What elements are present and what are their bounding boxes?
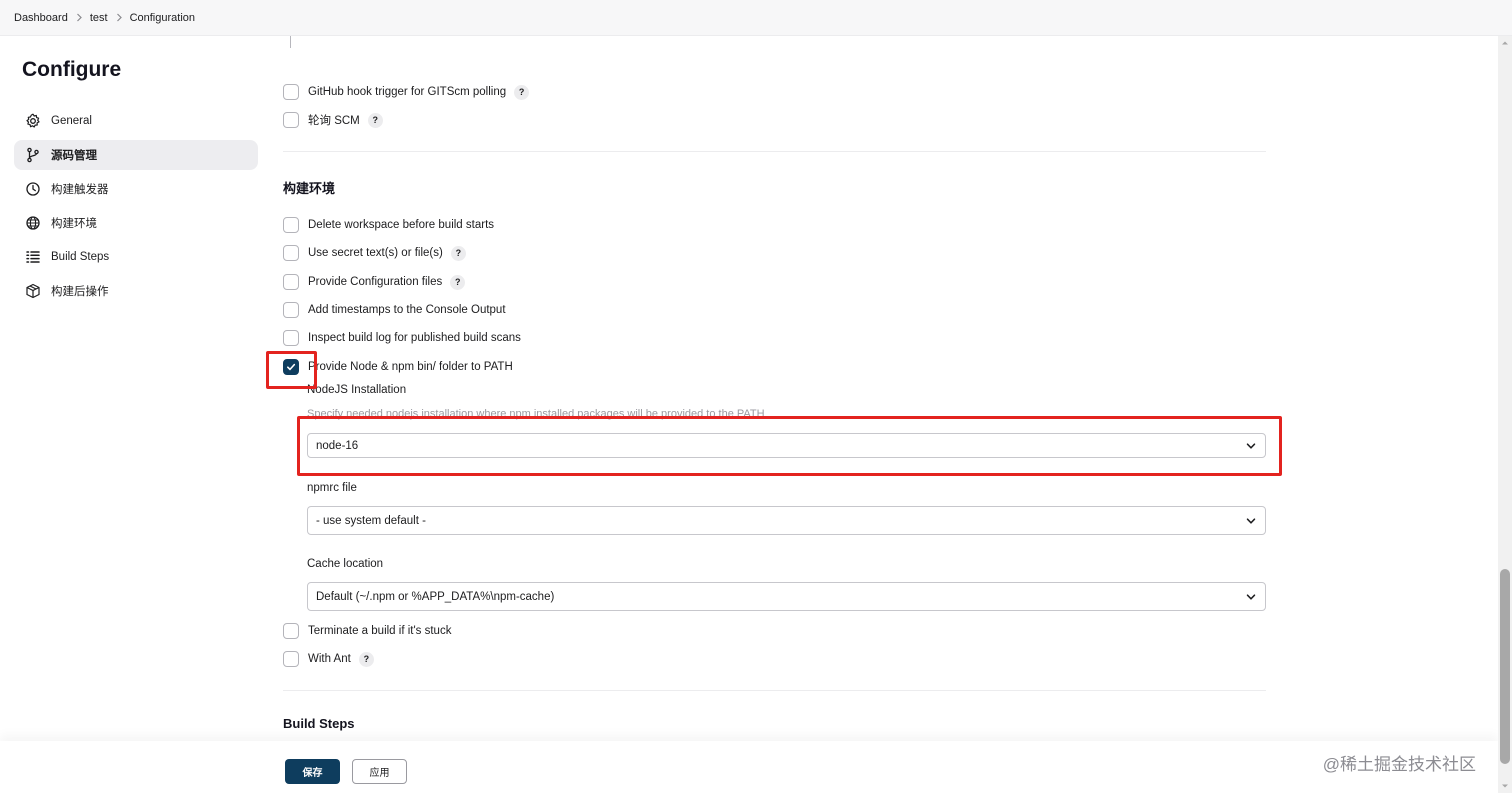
- section-divider: [283, 690, 1266, 691]
- option-terminate-stuck: Terminate a build if it's stuck: [283, 621, 451, 641]
- option-poll-scm: 轮询 SCM ?: [283, 110, 383, 130]
- npmrc-select[interactable]: - use system default -: [307, 506, 1266, 535]
- globe-icon: [24, 214, 42, 232]
- checkbox[interactable]: [283, 623, 299, 639]
- package-icon: [24, 282, 42, 300]
- checkbox[interactable]: [283, 651, 299, 667]
- config-form: GitHub hook trigger for GITScm polling ?…: [283, 36, 1266, 741]
- scrollbar[interactable]: [1498, 36, 1512, 793]
- sidebar-nav: General 源码管理 构建触发器 构建环境 Build Steps 构建后操…: [14, 106, 258, 310]
- sidebar-item-general[interactable]: General: [14, 106, 258, 136]
- nodejs-installation-label: NodeJS Installation: [307, 384, 407, 396]
- option-inspect-build-log: Inspect build log for published build sc…: [283, 328, 521, 348]
- option-label[interactable]: Provide Node & npm bin/ folder to PATH: [308, 361, 513, 373]
- cache-location-select[interactable]: Default (~/.npm or %APP_DATA%\npm-cache): [307, 582, 1266, 611]
- option-delete-workspace: Delete workspace before build starts: [283, 215, 494, 235]
- chevron-down-icon: [1246, 517, 1256, 524]
- select-value: node-16: [316, 439, 359, 452]
- sidebar-item-label: 构建触发器: [51, 184, 109, 196]
- sidebar-item-build-triggers[interactable]: 构建触发器: [14, 174, 258, 204]
- checkbox[interactable]: [283, 217, 299, 233]
- breadcrumb: Dashboard test Configuration: [0, 0, 1512, 36]
- option-config-files: Provide Configuration files ?: [283, 272, 466, 292]
- breadcrumb-test[interactable]: test: [90, 12, 108, 24]
- cache-location-label: Cache location: [307, 558, 384, 570]
- clock-icon: [24, 180, 42, 198]
- sidebar-item-label: 构建环境: [51, 218, 97, 230]
- option-secret-text: Use secret text(s) or file(s) ?: [283, 243, 466, 263]
- chevron-right-icon: [108, 13, 130, 22]
- action-bar: 保存 应用 @稀土掘金技术社区: [0, 741, 1498, 793]
- section-title-build-environment: 构建环境: [283, 181, 336, 196]
- chevron-down-icon: [1246, 442, 1256, 449]
- option-label[interactable]: Inspect build log for published build sc…: [308, 332, 521, 344]
- watermark: @稀土掘金技术社区: [1322, 755, 1476, 774]
- chevron-down-icon: [1246, 593, 1256, 600]
- help-icon[interactable]: ?: [358, 651, 374, 667]
- save-button[interactable]: 保存: [285, 759, 340, 784]
- checkbox[interactable]: [283, 302, 299, 318]
- sidebar-item-label: General: [51, 115, 92, 127]
- sidebar-item-label: 源码管理: [51, 150, 97, 162]
- list-icon: [24, 248, 42, 266]
- breadcrumb-dashboard[interactable]: Dashboard: [14, 12, 68, 24]
- page-title: Configure: [22, 58, 122, 81]
- gear-icon: [24, 112, 42, 130]
- option-label[interactable]: GitHub hook trigger for GITScm polling: [308, 86, 506, 98]
- chevron-right-icon: [68, 13, 90, 22]
- help-icon[interactable]: ?: [450, 274, 466, 290]
- sidebar-item-build-steps[interactable]: Build Steps: [14, 242, 258, 272]
- checkbox-checked[interactable]: [283, 359, 299, 375]
- option-label[interactable]: With Ant: [308, 653, 351, 665]
- sidebar-item-label: Build Steps: [51, 251, 110, 263]
- option-provide-node: Provide Node & npm bin/ folder to PATH: [283, 357, 513, 377]
- branch-icon: [24, 146, 42, 164]
- option-with-ant: With Ant ?: [283, 649, 374, 669]
- option-label[interactable]: Provide Configuration files: [308, 276, 442, 288]
- option-timestamps: Add timestamps to the Console Output: [283, 300, 506, 320]
- checkbox[interactable]: [283, 245, 299, 261]
- checkbox[interactable]: [283, 274, 299, 290]
- checkbox[interactable]: [283, 112, 299, 128]
- help-icon[interactable]: ?: [514, 84, 530, 100]
- help-icon[interactable]: ?: [450, 245, 466, 261]
- breadcrumb-configuration[interactable]: Configuration: [130, 12, 195, 24]
- scroll-up-icon[interactable]: [1501, 39, 1509, 47]
- sidebar-item-label: 构建后操作: [51, 286, 109, 298]
- sidebar: Configure General 源码管理 构建触发器 构建环境 Build …: [0, 36, 272, 793]
- scrollbar-thumb[interactable]: [1500, 569, 1510, 764]
- option-label[interactable]: Use secret text(s) or file(s): [308, 247, 443, 259]
- select-value: Default (~/.npm or %APP_DATA%\npm-cache): [316, 590, 555, 603]
- option-label[interactable]: Delete workspace before build starts: [308, 219, 494, 231]
- checkbox[interactable]: [283, 330, 299, 346]
- section-connector: [290, 36, 291, 48]
- nodejs-installation-description: Specify needed nodejs installation where…: [307, 408, 765, 420]
- section-title-build-steps: Build Steps: [283, 716, 355, 731]
- select-value: - use system default -: [316, 514, 426, 527]
- option-github-hook: GitHub hook trigger for GITScm polling ?: [283, 82, 530, 102]
- option-label[interactable]: 轮询 SCM: [308, 112, 360, 128]
- check-icon: [287, 363, 296, 371]
- option-label[interactable]: Terminate a build if it's stuck: [308, 625, 451, 637]
- help-icon[interactable]: ?: [367, 112, 383, 128]
- nodejs-installation-select[interactable]: node-16: [307, 433, 1266, 458]
- apply-button[interactable]: 应用: [352, 759, 407, 784]
- sidebar-item-source-management[interactable]: 源码管理: [14, 140, 258, 170]
- checkbox[interactable]: [283, 84, 299, 100]
- scroll-down-icon[interactable]: [1501, 782, 1509, 790]
- sidebar-item-build-environment[interactable]: 构建环境: [14, 208, 258, 238]
- sidebar-item-post-build-actions[interactable]: 构建后操作: [14, 276, 258, 306]
- option-label[interactable]: Add timestamps to the Console Output: [308, 304, 506, 316]
- npmrc-label: npmrc file: [307, 482, 357, 494]
- section-divider: [283, 151, 1266, 152]
